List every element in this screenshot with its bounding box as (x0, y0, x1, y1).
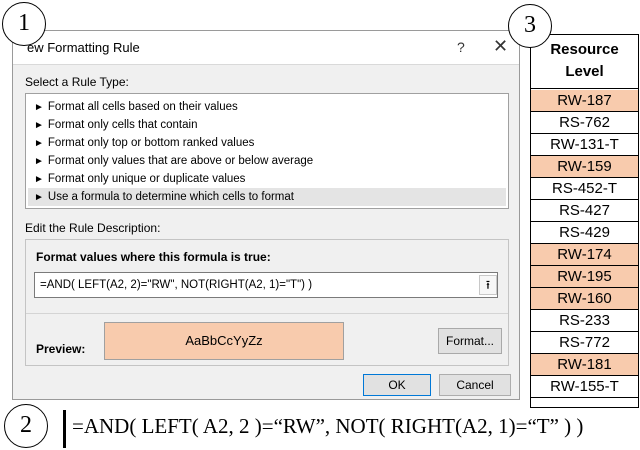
ok-button[interactable]: OK (363, 374, 431, 396)
rule-type-item[interactable]: ► Format all cells based on their values (28, 98, 506, 116)
column-header: Resource Level (531, 35, 638, 89)
sheet-cell[interactable]: RS-762 (531, 112, 638, 134)
rule-type-item[interactable]: ► Format only values that are above or be… (28, 152, 506, 170)
dialog-titlebar: ew Formatting Rule ? ✕ (13, 31, 519, 65)
preview-label: Preview: (36, 342, 86, 356)
formula-section: Format values where this formula is true… (26, 240, 508, 314)
rule-type-label: Format only values that are above or bel… (47, 155, 314, 167)
rule-type-item[interactable]: ► Format only cells that contain (28, 116, 506, 134)
sheet-cell[interactable]: RS-233 (531, 310, 638, 332)
rule-type-item[interactable]: ► Format only unique or duplicate values (28, 170, 506, 188)
edit-rule-description-label: Edit the Rule Description: (25, 221, 161, 235)
rule-type-label: Use a formula to determine which cells t… (47, 191, 294, 203)
sheet-cell[interactable]: RS-429 (531, 222, 638, 244)
rule-type-list: ► Format all cells based on their values … (25, 93, 509, 209)
formula-text: =AND( LEFT(A2, 2)="RW", NOT(RIGHT(A2, 1)… (40, 279, 313, 291)
sheet-cell[interactable]: RS-772 (531, 332, 638, 354)
callout-1: 1 (2, 2, 46, 46)
sheet-cell[interactable]: RW-187 (531, 90, 638, 112)
rule-type-label: Format only cells that contain (47, 119, 198, 131)
format-button[interactable]: Format... (438, 328, 502, 354)
formula-label: Format values where this formula is true… (36, 250, 271, 264)
sheet-cell[interactable]: RW-181 (531, 354, 638, 376)
formula-divider (63, 410, 66, 448)
dialog-title: ew Formatting Rule (27, 40, 140, 55)
help-icon[interactable]: ? (457, 39, 465, 55)
sheet-cell[interactable]: RS-452-T (531, 178, 638, 200)
triangle-right-icon: ► (34, 192, 44, 203)
triangle-right-icon: ► (34, 156, 44, 167)
formula-input[interactable]: =AND( LEFT(A2, 2)="RW", NOT(RIGHT(A2, 1)… (34, 272, 498, 298)
sheet-cell[interactable]: RW-195 (531, 266, 638, 288)
callout-2: 2 (4, 404, 48, 448)
new-formatting-rule-dialog: ew Formatting Rule ? ✕ Select a Rule Typ… (12, 30, 520, 400)
preview-swatch: AaBbCcYyZz (104, 322, 344, 360)
rule-type-item-selected[interactable]: ► Use a formula to determine which cells … (28, 188, 506, 206)
triangle-right-icon: ► (34, 102, 44, 113)
sheet-cell[interactable]: RW-131-T (531, 134, 638, 156)
resource-level-column: Resource Level RW-187 RS-762 RW-131-T RW-15… (530, 34, 639, 408)
triangle-right-icon: ► (34, 138, 44, 149)
close-icon[interactable]: ✕ (493, 36, 508, 57)
triangle-right-icon: ► (34, 174, 44, 185)
triangle-right-icon: ► (34, 120, 44, 131)
rule-description-panel: Format values where this formula is true… (25, 239, 509, 366)
cancel-button[interactable]: Cancel (439, 374, 511, 396)
select-rule-type-label: Select a Rule Type: (25, 75, 129, 89)
sheet-cell[interactable]: RW-160 (531, 288, 638, 310)
rule-type-label: Format only top or bottom ranked values (47, 137, 255, 149)
rule-type-item[interactable]: ► Format only top or bottom ranked values (28, 134, 506, 152)
sheet-cell[interactable]: RW-155-T (531, 376, 638, 398)
sheet-cell[interactable]: RS-427 (531, 200, 638, 222)
sheet-cell[interactable]: RW-174 (531, 244, 638, 266)
sheet-cell[interactable]: RW-159 (531, 156, 638, 178)
collapse-arrow-icon[interactable]: ⭱ (479, 275, 497, 295)
callout-3: 3 (508, 4, 552, 48)
bottom-formula: =AND( LEFT( A2, 2 )=“RW”, NOT( RIGHT(A2,… (72, 414, 584, 438)
rule-type-label: Format all cells based on their values (47, 101, 238, 113)
rule-type-label: Format only unique or duplicate values (47, 173, 246, 185)
